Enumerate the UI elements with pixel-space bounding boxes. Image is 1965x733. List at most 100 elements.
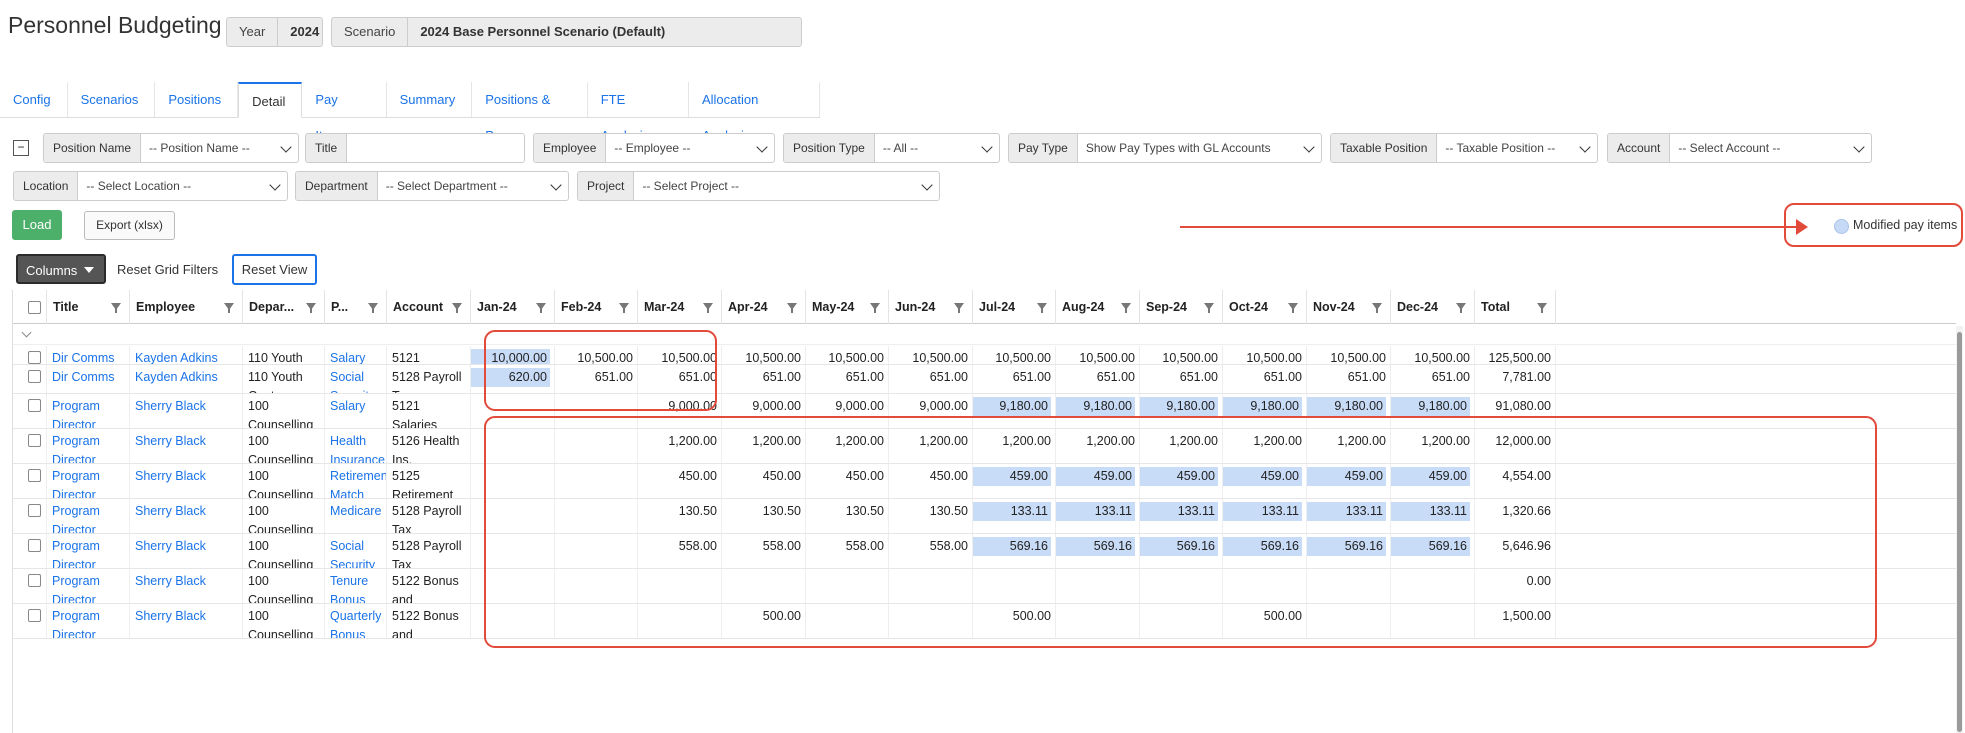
column-header-account[interactable]: Account: [387, 290, 471, 324]
taxable-position-filter[interactable]: Taxable Position -- Taxable Position --: [1330, 133, 1598, 163]
month-cell-dec[interactable]: 651.00: [1391, 365, 1475, 393]
tab-config[interactable]: Config: [0, 82, 68, 117]
filter-icon[interactable]: [1121, 303, 1131, 313]
column-header-total[interactable]: Total: [1475, 290, 1556, 324]
tab-detail[interactable]: Detail: [238, 82, 303, 118]
column-header-mar[interactable]: Mar-24: [638, 290, 722, 324]
tab-fte-analysis[interactable]: FTE Analysis: [588, 82, 689, 143]
tab-positions[interactable]: Positions: [155, 82, 239, 117]
title-cell[interactable]: Program Director: [47, 429, 130, 463]
tab-scenarios[interactable]: Scenarios: [68, 82, 156, 117]
column-header-may[interactable]: May-24: [806, 290, 889, 324]
title-cell[interactable]: Program Director: [47, 534, 130, 568]
month-cell-may[interactable]: 10,500.00: [806, 346, 889, 364]
column-header-employee[interactable]: Employee: [130, 290, 243, 324]
title-cell[interactable]: Dir Comms: [47, 365, 130, 393]
column-header-apr[interactable]: Apr-24: [722, 290, 806, 324]
project-filter[interactable]: Project -- Select Project --: [577, 171, 940, 201]
row-checkbox[interactable]: [28, 609, 41, 622]
employee-filter[interactable]: Employee -- Employee --: [533, 133, 775, 163]
pay-type-cell-text[interactable]: Social Security: [330, 539, 375, 568]
row-checkbox[interactable]: [28, 469, 41, 482]
pay-type-cell-text[interactable]: Medicare: [330, 504, 381, 518]
filter-icon[interactable]: [536, 303, 546, 313]
export-xlsx-button[interactable]: Export (xlsx): [84, 211, 175, 240]
pay-type-cell[interactable]: Social Security: [325, 365, 387, 393]
title-cell[interactable]: Dir Comms: [47, 346, 130, 364]
account-filter[interactable]: Account -- Select Account --: [1607, 133, 1872, 163]
month-cell-aug[interactable]: 651.00: [1056, 365, 1140, 393]
filter-icon[interactable]: [954, 303, 964, 313]
month-cell-nov[interactable]: 10,500.00: [1307, 346, 1391, 364]
title-cell[interactable]: Program Director: [47, 569, 130, 603]
column-header-title[interactable]: Title: [47, 290, 130, 324]
title-filter[interactable]: Title: [305, 133, 525, 163]
title-cell[interactable]: Program Director: [47, 604, 130, 638]
employee-cell-text[interactable]: Sherry Black: [135, 399, 206, 413]
scrollbar-thumb[interactable]: [1957, 332, 1962, 732]
filter-icon[interactable]: [1204, 303, 1214, 313]
position-name-filter[interactable]: Position Name -- Position Name --: [43, 133, 299, 163]
row-checkbox[interactable]: [28, 370, 41, 383]
filter-icon[interactable]: [368, 303, 378, 313]
columns-button[interactable]: Columns: [16, 254, 106, 284]
title-cell[interactable]: Program Director: [47, 464, 130, 498]
month-cell-jun[interactable]: 10,500.00: [889, 346, 973, 364]
title-cell-text[interactable]: Dir Comms: [52, 351, 115, 364]
filter-icon[interactable]: [1288, 303, 1298, 313]
employee-cell-text[interactable]: Sherry Black: [135, 504, 206, 518]
title-cell[interactable]: Program Director: [47, 394, 130, 428]
employee-cell[interactable]: Sherry Black: [130, 429, 243, 463]
year-selector[interactable]: Year 2024: [226, 17, 323, 47]
pay-type-filter[interactable]: Pay Type Show Pay Types with GL Accounts: [1008, 133, 1322, 163]
department-filter[interactable]: Department -- Select Department --: [295, 171, 569, 201]
employee-cell-text[interactable]: Sherry Black: [135, 609, 206, 623]
pay-type-cell[interactable]: Medicare: [325, 499, 387, 533]
pay-type-cell[interactable]: Social Security: [325, 534, 387, 568]
load-button[interactable]: Load: [12, 210, 62, 240]
employee-cell[interactable]: Kayden Adkins: [130, 365, 243, 393]
filter-icon[interactable]: [1537, 303, 1547, 313]
filter-icon[interactable]: [1037, 303, 1047, 313]
employee-cell[interactable]: Kayden Adkins: [130, 346, 243, 364]
title-cell-text[interactable]: Program Director: [52, 504, 100, 533]
table-row[interactable]: Dir Comms Kayden Adkins 110 Youth Center So…: [13, 365, 1956, 394]
filter-icon[interactable]: [619, 303, 629, 313]
employee-cell[interactable]: Sherry Black: [130, 569, 243, 603]
tab-allocation-analysis[interactable]: Allocation Analysis: [689, 82, 820, 143]
row-checkbox[interactable]: [28, 574, 41, 587]
filter-icon[interactable]: [1456, 303, 1466, 313]
reset-view-button[interactable]: Reset View: [232, 254, 317, 285]
month-cell-jun[interactable]: 651.00: [889, 365, 973, 393]
pay-type-cell-text[interactable]: Retirement Match: [330, 469, 386, 498]
month-cell-jul[interactable]: 10,500.00: [973, 346, 1056, 364]
title-filter-input[interactable]: [347, 134, 524, 162]
column-header-aug[interactable]: Aug-24: [1056, 290, 1140, 324]
title-cell-text[interactable]: Program Director: [52, 574, 100, 603]
filter-icon[interactable]: [787, 303, 797, 313]
pay-type-cell[interactable]: Health Insurance: [325, 429, 387, 463]
month-cell-oct[interactable]: 10,500.00: [1223, 346, 1307, 364]
employee-cell-text[interactable]: Kayden Adkins: [135, 351, 218, 364]
column-header-jan[interactable]: Jan-24: [471, 290, 555, 324]
employee-cell-text[interactable]: Kayden Adkins: [135, 370, 218, 384]
pay-type-cell-text[interactable]: Salary: [330, 351, 365, 364]
employee-cell[interactable]: Sherry Black: [130, 464, 243, 498]
row-checkbox[interactable]: [28, 351, 41, 364]
month-cell-sep[interactable]: 10,500.00: [1140, 346, 1223, 364]
title-cell[interactable]: Program Director: [47, 499, 130, 533]
month-cell-jul[interactable]: 651.00: [973, 365, 1056, 393]
employee-cell[interactable]: Sherry Black: [130, 534, 243, 568]
row-checkbox[interactable]: [28, 434, 41, 447]
tab-pay-items[interactable]: Pay Items: [302, 82, 387, 143]
filter-icon[interactable]: [1372, 303, 1382, 313]
month-cell-may[interactable]: 651.00: [806, 365, 889, 393]
pay-type-cell[interactable]: Tenure Bonus: [325, 569, 387, 603]
employee-cell-text[interactable]: Sherry Black: [135, 574, 206, 588]
employee-cell[interactable]: Sherry Black: [130, 394, 243, 428]
employee-cell-text[interactable]: Sherry Black: [135, 539, 206, 553]
title-cell-text[interactable]: Program Director: [52, 469, 100, 498]
month-cell-nov[interactable]: 651.00: [1307, 365, 1391, 393]
filter-icon[interactable]: [224, 303, 234, 313]
pay-type-cell[interactable]: Retirement Match: [325, 464, 387, 498]
